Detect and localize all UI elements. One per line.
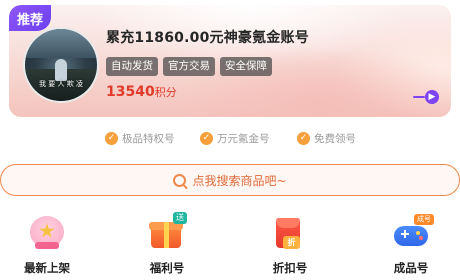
- tag-official-trade: 官方交易: [163, 57, 215, 76]
- category-label: 成品号: [393, 261, 429, 275]
- check-circle-icon: ✓: [200, 132, 213, 145]
- arrow-right-icon[interactable]: ▶: [425, 90, 439, 104]
- banner-title[interactable]: 累充11860.00元神豪氪金账号: [106, 27, 309, 47]
- banner-glow: [169, 45, 451, 117]
- category-new-arrivals[interactable]: 最新上架: [12, 212, 82, 276]
- arrow-line: [413, 96, 425, 98]
- tag-security: 安全保障: [220, 57, 272, 76]
- featured-banner[interactable]: 推荐 我 要 人 欺 凌 累充11860.00元神豪氪金账号 自动发货 官方交易…: [9, 5, 451, 117]
- banner-tags: 自动发货 官方交易 安全保障: [106, 57, 272, 76]
- feature-label: 极品特权号: [122, 133, 175, 145]
- gamepad-icon: 成号: [391, 212, 434, 252]
- tag-auto-delivery: 自动发货: [106, 57, 158, 76]
- price-value: 13540: [106, 84, 155, 100]
- game-thumbnail[interactable]: 我 要 人 欺 凌: [23, 27, 99, 103]
- category-welfare[interactable]: 送 福利号: [132, 212, 202, 276]
- search-placeholder: 点我搜索商品吧~: [192, 173, 287, 188]
- category-label: 折扣号: [272, 261, 308, 275]
- banner-price: 13540积分: [106, 81, 177, 100]
- check-circle-icon: ✓: [105, 132, 118, 145]
- feature-premium: ✓ 极品特权号: [105, 131, 175, 146]
- feature-row: ✓ 极品特权号 ✓ 万元氪金号 ✓ 免费领号: [0, 131, 460, 147]
- category-discount[interactable]: 折 折扣号: [255, 212, 325, 276]
- category-label: 福利号: [149, 261, 185, 275]
- gift-box-icon: 送: [147, 212, 187, 252]
- category-finished[interactable]: 成号 成品号: [376, 212, 446, 276]
- feature-free: ✓ 免费领号: [297, 131, 356, 146]
- feature-big-spender: ✓ 万元氪金号: [200, 131, 270, 146]
- welfare-badge: 送: [173, 212, 187, 224]
- new-arrival-icon: [27, 212, 67, 252]
- thumbnail-caption: 我 要 人 欺 凌: [39, 80, 83, 88]
- thumbnail-character: [55, 59, 67, 81]
- feature-label: 万元氪金号: [217, 133, 270, 145]
- thumbnail-sky: [25, 29, 97, 58]
- category-label: 最新上架: [24, 261, 70, 275]
- search-bar[interactable]: 点我搜索商品吧~: [0, 164, 460, 196]
- recommend-tag: 推荐: [9, 5, 51, 31]
- feature-label: 免费领号: [314, 133, 356, 145]
- check-circle-icon: ✓: [297, 132, 310, 145]
- search-icon: [173, 173, 187, 187]
- discount-badge: 折: [283, 236, 300, 249]
- price-unit: 积分: [154, 86, 177, 99]
- red-envelope-icon: 折: [270, 212, 310, 252]
- category-grid: 最新上架 送 福利号 折 折扣号 成号 成品号: [0, 212, 460, 280]
- finished-badge: 成号: [414, 214, 434, 225]
